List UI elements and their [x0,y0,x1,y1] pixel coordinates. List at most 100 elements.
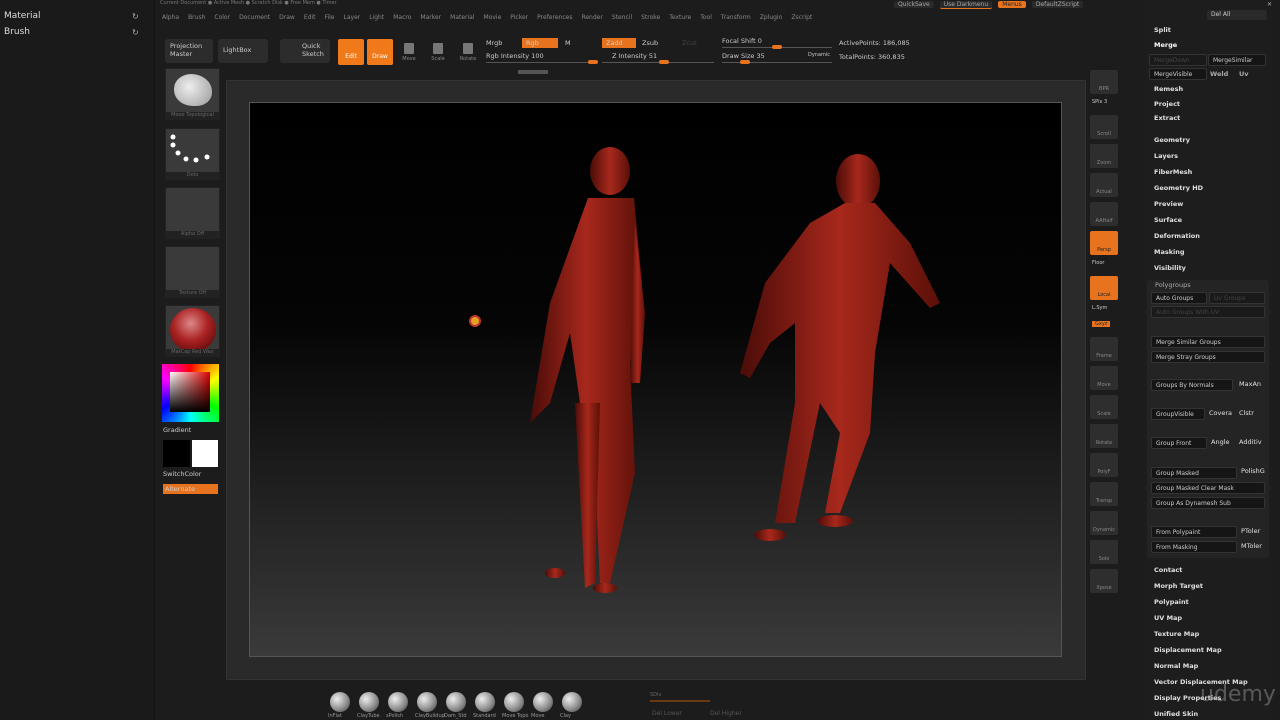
section-fibermesh[interactable]: FiberMesh [1154,168,1192,176]
shelf-local-button[interactable]: Local [1090,276,1118,300]
shelf-spix-3[interactable]: SPix 3 [1092,99,1107,105]
menu-stencil[interactable]: Stencil [612,14,632,21]
zcut-button[interactable]: Zcut [682,39,697,47]
menu-macro[interactable]: Macro [393,14,411,21]
menu-picker[interactable]: Picker [510,14,528,21]
del-lower-button[interactable]: Del Lower [652,710,682,717]
edit-button[interactable]: Edit [338,39,364,65]
brush-standard-icon[interactable] [475,692,495,712]
menu-movie[interactable]: Movie [484,14,502,21]
layout-dropdown[interactable]: Use Darkmenu [939,0,993,9]
section-geometry-hd[interactable]: Geometry HD [1154,184,1203,192]
from-masking-button[interactable]: From Masking [1151,541,1237,553]
groups-by-normals-button[interactable]: Groups By Normals [1151,379,1233,391]
group-visible-button[interactable]: GroupVisible [1151,408,1205,420]
move-button[interactable]: Move [396,39,422,65]
shelf-move-button[interactable]: Move [1090,366,1118,390]
section-visibility[interactable]: Visibility [1154,264,1186,272]
shelf-gxyz[interactable]: Gxyz [1092,321,1111,327]
section-preview[interactable]: Preview [1154,200,1183,208]
menu-transform[interactable]: Transform [721,14,751,21]
section-normal-map[interactable]: Normal Map [1154,662,1198,670]
menu-brush[interactable]: Brush [188,14,205,21]
shelf-scroll-button[interactable]: Scroll [1090,115,1118,139]
shelf-dynamic-button[interactable]: Dynamic [1090,511,1118,535]
shelf-floor[interactable]: Floor [1092,260,1104,266]
menu-light[interactable]: Light [369,14,384,21]
brush-menu[interactable]: Brush ↻ [4,27,139,37]
menu-file[interactable]: File [324,14,334,21]
menu-material[interactable]: Material [450,14,474,21]
group-as-dynamesh-sub-button[interactable]: Group As Dynamesh Sub [1151,497,1265,509]
lightbox-button[interactable]: LightBox [218,39,268,63]
menu-layer[interactable]: Layer [344,14,361,21]
texture-thumbnail[interactable]: Texture Off [165,246,220,298]
merge-similar-button[interactable]: MergeSimilar [1208,54,1266,66]
coverage-slider[interactable]: Covera [1209,409,1232,417]
section-uv-map[interactable]: UV Map [1154,614,1182,622]
section-deformation[interactable]: Deformation [1154,232,1200,240]
polish-slider[interactable]: PolishG [1241,467,1265,475]
zsub-button[interactable]: Zsub [642,39,658,47]
auto-groups-uv-button[interactable]: Auto Groups With UV [1151,306,1265,318]
maxangle-slider[interactable]: MaxAn [1239,380,1261,388]
draw-button[interactable]: Draw [367,39,393,65]
section-displacement-map[interactable]: Displacement Map [1154,646,1222,654]
shelf-rotate-button[interactable]: Rotate [1090,424,1118,448]
shelf-l-sym[interactable]: L.Sym [1092,305,1107,311]
additive-toggle[interactable]: Additiv [1239,438,1262,446]
alternate-button[interactable]: Alternate [163,484,218,494]
section-contact[interactable]: Contact [1154,566,1182,574]
group-masked-button[interactable]: Group Masked [1151,467,1237,479]
angle-slider[interactable]: Angle [1211,438,1230,446]
ptoler-slider[interactable]: PToler [1241,527,1260,535]
brush-dam-std-icon[interactable] [446,692,466,712]
menu-tool[interactable]: Tool [700,14,712,21]
menu-texture[interactable]: Texture [669,14,691,21]
weld-button[interactable]: Weld [1210,70,1228,78]
section-surface[interactable]: Surface [1154,216,1182,224]
from-polypaint-button[interactable]: From Polypaint [1151,526,1237,538]
merge-stray-groups-button[interactable]: Merge Stray Groups [1151,351,1265,363]
material-menu[interactable]: Material ↻ [4,11,139,21]
zadd-button[interactable]: Zadd [602,38,636,48]
menu-document[interactable]: Document [239,14,270,21]
switch-color-button[interactable]: SwitchColor [163,470,201,478]
mrgb-button[interactable]: Mrgb [486,39,502,47]
material-thumbnail[interactable]: MatCap Red Wax [165,305,220,357]
color-picker[interactable] [162,364,219,422]
section-geometry[interactable]: Geometry [1154,136,1190,144]
brush-spolish-icon[interactable] [388,692,408,712]
gradient-label[interactable]: Gradient [163,426,191,434]
section-layers[interactable]: Layers [1154,152,1178,160]
rgb-intensity-slider[interactable] [486,60,598,64]
merge-menu[interactable]: Merge [1154,41,1177,49]
shelf-zoom-button[interactable]: Zoom [1090,144,1118,168]
group-front-button[interactable]: Group Front [1151,437,1207,449]
merge-visible-button[interactable]: MergeVisible [1149,68,1207,80]
menu-alpha[interactable]: Alpha [162,14,179,21]
split-menu[interactable]: Split [1154,26,1171,34]
popout-icon[interactable]: ↻ [132,12,139,21]
draw-size-slider[interactable] [722,60,832,64]
brush-inflat-icon[interactable] [330,692,350,712]
dynamic-button[interactable]: Dynamic [808,52,830,58]
secondary-color-swatch[interactable] [163,440,190,467]
shelf-bpr-button[interactable]: BPR [1090,70,1118,94]
mtoler-slider[interactable]: MToler [1241,542,1262,550]
shelf-transp-button[interactable]: Transp [1090,482,1118,506]
shelf-persp-button[interactable]: Persp [1090,231,1118,255]
brush-move-topo-icon[interactable] [504,692,524,712]
auto-groups-button[interactable]: Auto Groups [1151,292,1207,304]
uv-button[interactable]: Uv [1239,70,1249,78]
menu-marker[interactable]: Marker [420,14,441,21]
menu-render[interactable]: Render [581,14,602,21]
focal-shift-slider[interactable] [722,45,832,49]
del-higher-button[interactable]: Del Higher [710,710,742,717]
group-masked-clear-mask-button[interactable]: Group Masked Clear Mask [1151,482,1265,494]
menu-draw[interactable]: Draw [279,14,295,21]
canvas-scroll-handle[interactable] [518,70,548,74]
uv-groups-button[interactable]: Uv Groups [1209,292,1265,304]
brush-clay-icon[interactable] [562,692,582,712]
document-canvas[interactable] [249,102,1062,657]
